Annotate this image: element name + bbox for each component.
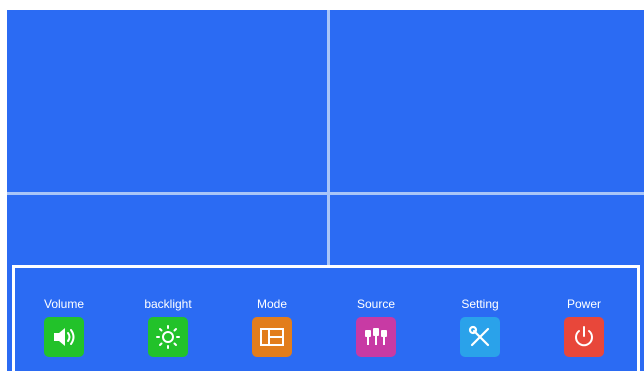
backlight-label: backlight: [144, 297, 192, 311]
tools-icon: [460, 317, 500, 357]
volume-button[interactable]: Volume: [24, 297, 104, 361]
mode-button[interactable]: Mode: [232, 297, 312, 361]
horizontal-divider: [7, 192, 644, 195]
power-icon: [564, 317, 604, 357]
mode-label: Mode: [256, 297, 288, 311]
connectors-icon: [356, 317, 396, 357]
layout-icon: [252, 317, 292, 357]
sun-icon: [148, 317, 188, 357]
power-label: Power: [566, 297, 601, 311]
volume-label: Volume: [43, 297, 85, 311]
power-button[interactable]: Power: [544, 297, 624, 361]
speaker-icon: [44, 317, 84, 357]
source-button[interactable]: Source: [336, 297, 416, 361]
setting-button[interactable]: Setting: [440, 297, 520, 361]
setting-label: Setting: [461, 297, 499, 311]
control-panel: Volume backlight Mode Source Setting Pow…: [12, 265, 640, 371]
backlight-button[interactable]: backlight: [128, 297, 208, 361]
screen: Volume backlight Mode Source Setting Pow…: [0, 0, 644, 371]
source-label: Source: [356, 297, 396, 311]
